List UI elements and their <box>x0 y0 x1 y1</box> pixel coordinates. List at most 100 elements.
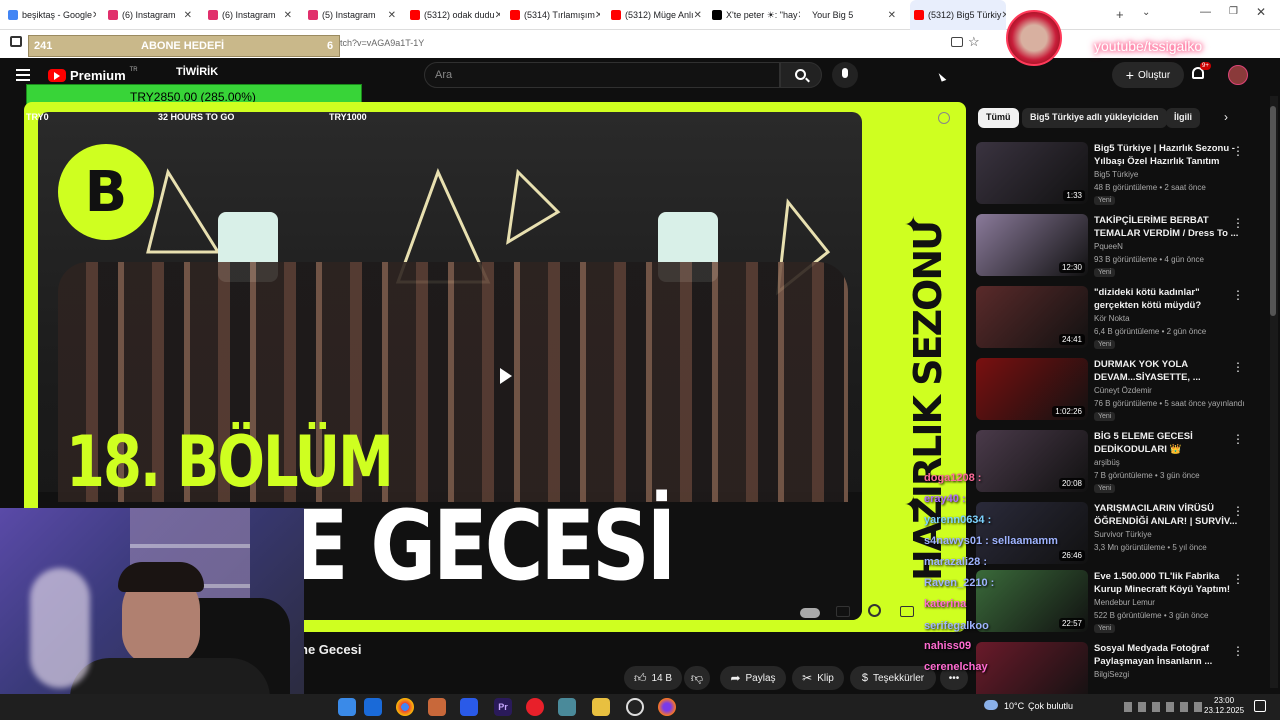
close-icon[interactable]: ✕ <box>1001 10 1006 21</box>
channel-name[interactable]: Cüneyt Özdemir <box>1094 386 1152 395</box>
like-button[interactable]: 👍︎ 14 B <box>624 666 682 690</box>
sidebar-video-item[interactable]: 24:41 "dizideki kötü kadınlar" gerçekten … <box>976 286 1266 352</box>
subtitles-icon[interactable] <box>836 606 850 617</box>
opera-icon[interactable] <box>526 698 544 716</box>
close-icon[interactable]: ✕ <box>184 10 196 21</box>
close-icon[interactable]: ✕ <box>595 10 600 21</box>
share-button[interactable]: ➦ Paylaş <box>720 666 786 690</box>
more-options-icon[interactable]: ⋮ <box>1232 144 1244 158</box>
video-title[interactable]: DURMAK YOK YOLA DEVAM...SİYASETTE, ... <box>1094 358 1242 384</box>
video-thumbnail[interactable]: 26:46 <box>976 502 1088 564</box>
clock-date[interactable]: 23.12.2025 <box>1204 706 1244 715</box>
channel-name[interactable]: PqueeN <box>1094 242 1123 251</box>
video-title[interactable]: "dizideki kötü kadınlar" gerçekten kötü … <box>1094 286 1242 312</box>
menu-icon[interactable] <box>16 69 30 81</box>
sidebar-video-item[interactable]: 1:02:26 DURMAK YOK YOLA DEVAM...SİYASETTE… <box>976 358 1266 424</box>
video-title[interactable]: BİG 5 ELEME GECESİ DEDİKODULARI 👑 <box>1094 430 1242 456</box>
browser-tab[interactable]: (5312) odak dudu ✕ <box>410 0 500 30</box>
tab-list-icon[interactable]: ⌄ <box>1142 7 1150 18</box>
chip-uploader[interactable]: Big5 Türkiye adlı yükleyiciden <box>1022 108 1167 128</box>
miniplayer-icon[interactable] <box>900 606 914 617</box>
channel-name[interactable]: Mendebur Lemur <box>1094 598 1155 607</box>
chip-related[interactable]: İlgili <box>1166 108 1200 128</box>
dropbox-icon[interactable] <box>460 698 478 716</box>
avatar[interactable] <box>1228 65 1248 85</box>
dislike-button[interactable]: 👎︎ <box>684 666 710 690</box>
channel-name[interactable]: arşibüş <box>1094 458 1120 467</box>
obs-icon[interactable] <box>626 698 644 716</box>
video-thumbnail[interactable]: 1:33 <box>976 142 1088 204</box>
youtube-logo[interactable]: Premium TR <box>48 67 138 83</box>
browser-tab[interactable]: (5312) Müge Anlı ✕ <box>611 0 701 30</box>
settings-icon[interactable] <box>868 604 881 617</box>
notifications-button[interactable]: 9+ <box>1192 62 1211 79</box>
video-thumbnail[interactable]: 20:08 <box>976 430 1088 492</box>
autoplay-toggle[interactable] <box>800 608 820 618</box>
tray-icons[interactable] <box>1124 702 1204 712</box>
clip-button[interactable]: ✂ Klip <box>792 666 844 690</box>
browser-tab-active[interactable]: (5312) Big5 Türkiy ✕ <box>910 0 1006 30</box>
browser-tab[interactable]: Your Big 5 ✕ <box>812 0 900 30</box>
close-icon[interactable]: ✕ <box>92 10 96 21</box>
close-window-icon[interactable]: ✕ <box>1256 5 1266 19</box>
more-options-icon[interactable]: ⋮ <box>1232 288 1244 302</box>
browser-tab[interactable]: (5314) Tırlamışım ✕ <box>510 0 600 30</box>
video-thumbnail[interactable]: 24:41 <box>976 286 1088 348</box>
channel-name[interactable]: Survivor Türkiye <box>1094 530 1152 539</box>
app-icon[interactable] <box>558 698 576 716</box>
close-icon[interactable]: ✕ <box>798 10 800 21</box>
premiere-icon[interactable]: Pr <box>494 698 512 716</box>
star-icon[interactable]: ☆ <box>968 34 980 50</box>
close-icon[interactable]: ✕ <box>495 10 500 21</box>
close-icon[interactable]: ✕ <box>388 10 400 21</box>
sidebar-video-item[interactable]: 1:33 Big5 Türkiye | Hazırlık Sezonu - Yıl… <box>976 142 1266 208</box>
browser-tab[interactable]: (6) Instagram ✕ <box>208 0 296 30</box>
channel-name[interactable]: Kör Nokta <box>1094 314 1130 323</box>
sidebar-video-item[interactable]: 20:08 BİG 5 ELEME GECESİ DEDİKODULARI 👑 ar… <box>976 430 1266 496</box>
folder-icon[interactable] <box>592 698 610 716</box>
close-icon[interactable]: ✕ <box>284 10 296 21</box>
more-options-icon[interactable]: ⋮ <box>1232 216 1244 230</box>
more-options-icon[interactable]: ⋮ <box>1232 360 1244 374</box>
search-button[interactable] <box>780 62 822 88</box>
voice-search-button[interactable] <box>832 62 858 88</box>
play-icon[interactable] <box>500 368 512 384</box>
install-app-icon[interactable] <box>951 37 963 47</box>
new-tab-icon[interactable]: + <box>1116 7 1124 22</box>
browser-tab[interactable]: X'te peter ☀: "hay✕ <box>712 0 800 30</box>
video-title[interactable]: Big5 Türkiye | Hazırlık Sezonu - Yılbaşı… <box>1094 142 1242 168</box>
create-button[interactable]: + Oluştur <box>1112 62 1184 88</box>
video-thumbnail[interactable]: 12:30 <box>976 214 1088 276</box>
browser-tab[interactable]: (5) Instagram ✕ <box>308 0 400 30</box>
video-thumbnail[interactable]: 1:02:26 <box>976 358 1088 420</box>
sidebar-video-item[interactable]: 22:57 Eve 1.500.000 TL'lik Fabrika Kurup … <box>976 570 1266 636</box>
more-options-icon[interactable]: ⋮ <box>1232 504 1244 518</box>
more-options-icon[interactable]: ⋮ <box>1232 432 1244 446</box>
firefox-icon[interactable] <box>658 698 676 716</box>
maximize-icon[interactable]: ❐ <box>1229 6 1238 17</box>
video-title[interactable]: TAKİPÇİLERİME BERBAT TEMALAR VERDİM / Dr… <box>1094 214 1242 240</box>
outlook-icon[interactable] <box>364 698 382 716</box>
more-options-icon[interactable]: ⋮ <box>1232 644 1244 658</box>
sidebar-toggle-icon[interactable] <box>10 36 22 47</box>
close-icon[interactable]: ✕ <box>694 10 701 21</box>
notification-center-icon[interactable] <box>1254 700 1266 712</box>
url-field[interactable]: tch?v=vAGA9a1T-1Y <box>340 38 424 48</box>
browser-tab[interactable]: (6) Instagram ✕ <box>108 0 196 30</box>
sidebar-video-item[interactable]: 12:30 TAKİPÇİLERİME BERBAT TEMALAR VERDİM… <box>976 214 1266 280</box>
chip-all[interactable]: Tümü <box>978 108 1019 128</box>
video-title[interactable]: Eve 1.500.000 TL'lik Fabrika Kurup Minec… <box>1094 570 1242 596</box>
video-title[interactable]: YARIŞMACILARIN VİRÜSÜ ÖĞRENDİĞİ ANLAR! |… <box>1094 502 1242 528</box>
chips-next-icon[interactable]: › <box>1224 110 1228 124</box>
scrollbar[interactable] <box>1270 96 1278 688</box>
channel-name[interactable]: BilgiSezgi <box>1094 670 1129 679</box>
minimize-icon[interactable]: — <box>1200 6 1211 18</box>
video-title[interactable]: Sosyal Medyada Fotoğraf Paylaşmayan İnsa… <box>1094 642 1242 668</box>
app-icon[interactable] <box>428 698 446 716</box>
more-options-icon[interactable]: ⋮ <box>1232 572 1244 586</box>
player-settings-icon[interactable] <box>938 112 950 124</box>
clock-time[interactable]: 23:00 <box>1214 696 1234 705</box>
start-icon[interactable] <box>338 698 356 716</box>
chrome-icon[interactable] <box>396 698 414 716</box>
browser-tab[interactable]: beşiktaş - Google✕ <box>8 0 96 30</box>
